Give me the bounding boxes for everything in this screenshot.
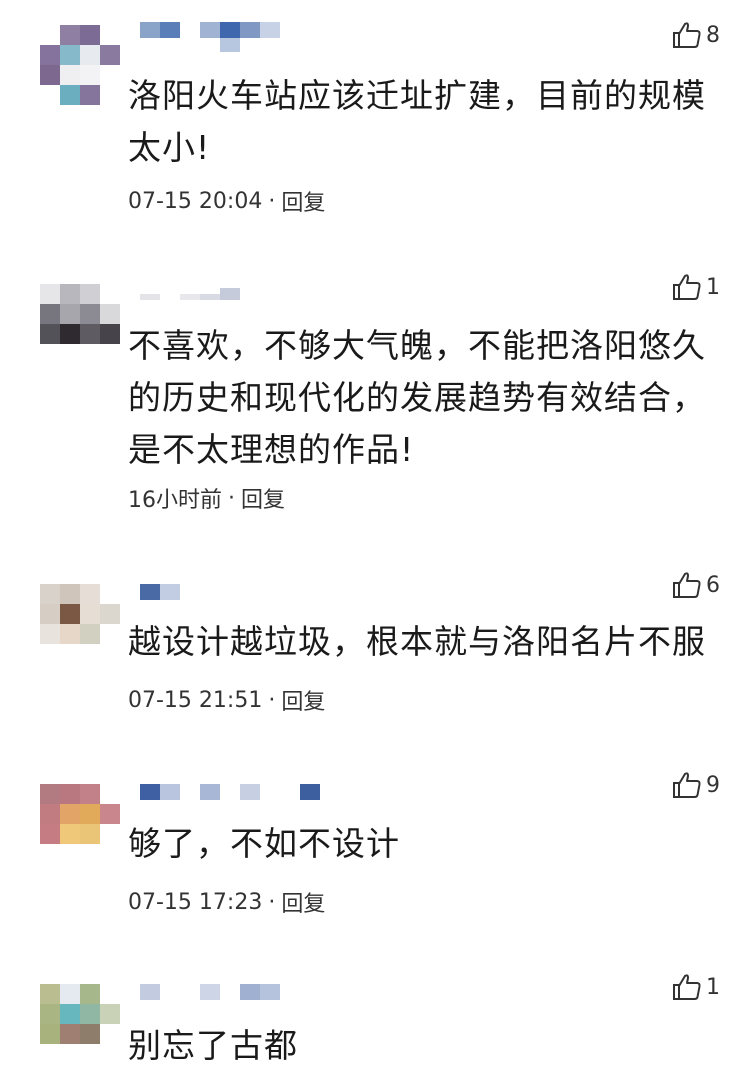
like-count: 8 [706, 22, 720, 48]
like-count: 6 [706, 572, 720, 598]
like-count: 9 [706, 772, 720, 798]
comment-meta: 07-15 21:51 · 回复 [128, 684, 325, 716]
avatar[interactable] [40, 284, 120, 348]
username[interactable] [140, 970, 340, 1000]
username[interactable] [140, 268, 340, 300]
comment-text: 够了，不如不设计 [128, 818, 718, 870]
separator: · [268, 889, 276, 915]
reply-button[interactable]: 回复 [281, 886, 325, 918]
comment-text: 洛阳火车站应该迁址扩建，目前的规模 太小! [128, 70, 718, 174]
reply-button[interactable]: 回复 [241, 482, 285, 514]
like-button[interactable]: 8 [672, 20, 720, 50]
timestamp: 16小时前 [128, 488, 222, 513]
comment-text: 别忘了古都 [128, 1020, 718, 1072]
like-button[interactable]: 6 [672, 570, 720, 600]
avatar[interactable] [40, 784, 120, 848]
avatar[interactable] [40, 584, 120, 648]
timestamp: 07-15 20:04 [128, 188, 263, 214]
like-count: 1 [706, 274, 720, 300]
thumbs-up-icon [673, 772, 701, 798]
comment-line: 是不太理想的作品! [128, 430, 415, 469]
timestamp: 07-15 21:51 [128, 687, 263, 713]
like-button[interactable]: 1 [672, 272, 720, 302]
comment-line: 越设计越垃圾，根本就与洛阳名片不服 [128, 622, 706, 661]
thumbs-up-icon [673, 274, 701, 300]
comment-meta: 07-15 17:23 · 回复 [128, 886, 325, 918]
comment-text: 不喜欢，不够大气魄，不能把洛阳悠久 的历史和现代化的发展趋势有效结合， 是不太理… [128, 320, 718, 476]
comment-line: 太小! [128, 128, 211, 167]
timestamp: 07-15 17:23 [128, 889, 263, 915]
avatar[interactable] [40, 984, 120, 1048]
username[interactable] [140, 20, 340, 52]
comment-line: 洛阳火车站应该迁址扩建，目前的规模 [128, 76, 706, 115]
comment-line: 不喜欢，不够大气魄，不能把洛阳悠久 [128, 326, 706, 365]
avatar[interactable] [40, 25, 120, 105]
comment-text: 越设计越垃圾，根本就与洛阳名片不服 [128, 616, 718, 668]
reply-button[interactable]: 回复 [281, 185, 325, 217]
thumbs-up-icon [673, 572, 701, 598]
thumbs-up-icon [673, 22, 701, 48]
comment-meta: 07-15 20:04 · 回复 [128, 185, 325, 217]
comment-line: 够了，不如不设计 [128, 824, 400, 863]
like-button[interactable]: 1 [672, 972, 720, 1002]
like-count: 1 [706, 974, 720, 1000]
separator: · [268, 687, 276, 713]
username[interactable] [140, 570, 340, 600]
separator: · [228, 485, 235, 511]
comment-line: 的历史和现代化的发展趋势有效结合， [128, 378, 706, 417]
comment-meta: 16小时前 · 回复 [128, 482, 285, 514]
username[interactable] [140, 770, 340, 800]
thumbs-up-icon [673, 974, 701, 1000]
like-button[interactable]: 9 [672, 770, 720, 800]
separator: · [268, 188, 276, 214]
reply-button[interactable]: 回复 [281, 684, 325, 716]
comment-line: 别忘了古都 [128, 1026, 298, 1065]
